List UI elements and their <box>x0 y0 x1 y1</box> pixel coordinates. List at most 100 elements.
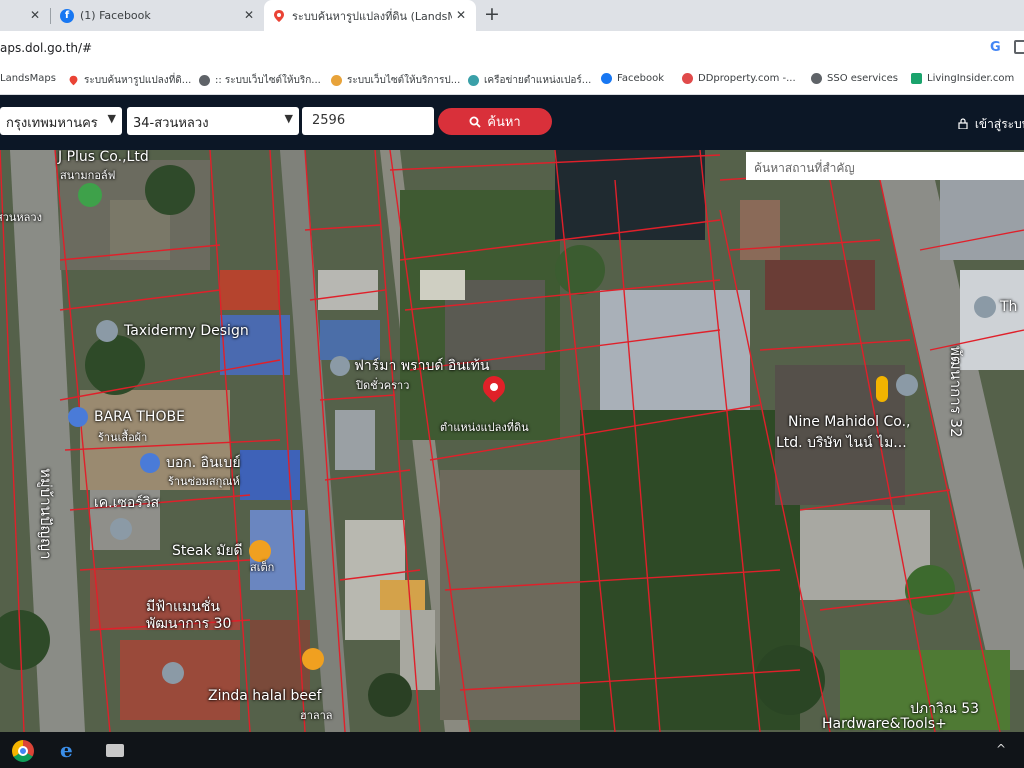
kc-marker[interactable] <box>110 518 132 540</box>
map-pin-icon <box>96 320 118 342</box>
place-name: ร้านซ่อมสกุณห์ <box>168 475 240 488</box>
tab-landsmaps[interactable]: ระบบค้นหารูปแปลงที่ดิน (LandsMaps) ✕ <box>264 0 476 31</box>
nine-marker[interactable] <box>896 374 918 396</box>
place-label-jplus[interactable]: J Plus Co.,Ltd <box>58 150 149 165</box>
address-bar[interactable]: aps.dol.go.th/# G <box>0 31 1024 67</box>
map-canvas[interactable]: ค้นหาสถานที่สำคัญ J Plus Co.,Ltd สนามกอล… <box>0 150 1024 732</box>
golf-marker[interactable] <box>78 183 102 207</box>
bookmark-website-service[interactable]: :: ระบบเว็บไซต์ให้บริก... <box>199 73 321 88</box>
bookmark-label: :: ระบบเว็บไซต์ให้บริก... <box>215 75 321 86</box>
new-tab-button[interactable]: + <box>484 3 500 25</box>
zinda-marker[interactable] <box>302 648 324 670</box>
login-label: เข้าสู่ระบบ <box>974 117 1024 131</box>
sun-icon <box>331 75 342 86</box>
bookmark-label: ระบบค้นหารูปแปลงที่ดิ... <box>84 75 192 86</box>
bookmark-sso[interactable]: SSO eservices <box>811 73 898 84</box>
place-name: บอก. อินเบย์ <box>166 455 241 471</box>
livinginsider-icon <box>911 73 922 84</box>
facebook-icon: f <box>60 8 74 23</box>
bookmark-facebook[interactable]: Facebook <box>601 73 664 84</box>
place-name: เค.เซอร์วิส <box>94 495 160 511</box>
bookmark-label: LivingInsider.com <box>927 73 1015 84</box>
street-view-icon <box>876 376 888 402</box>
extension-icon[interactable] <box>1014 40 1024 54</box>
place-name: Th <box>1000 299 1018 315</box>
place-label-golf[interactable]: สนามกอล์ฟ <box>60 166 115 184</box>
tab-close-icon[interactable]: ✕ <box>244 8 254 22</box>
chrome-icon[interactable] <box>12 740 34 762</box>
ie-icon[interactable]: e <box>60 738 73 762</box>
location-pin-icon <box>478 371 510 403</box>
google-icon[interactable]: G <box>990 40 1001 55</box>
shopping-bag-icon <box>140 453 160 473</box>
place-label-mifah-road: พัฒนาการ 30 <box>146 613 231 635</box>
place-name: พัฒนาการ 32 <box>947 346 965 438</box>
place-label-kc[interactable]: เค.เซอร์วิส <box>94 492 159 514</box>
bookmark-label: Facebook <box>617 73 664 84</box>
place-label-bara-type: ร้านเสื้อผ้า <box>98 428 147 446</box>
place-name: ตำแหน่งแปลงที่ดิน <box>440 421 529 434</box>
th-marker[interactable]: Th <box>974 296 1017 318</box>
globe-icon <box>811 73 822 84</box>
facebook-icon <box>601 73 612 84</box>
place-name: พัฒนาการ 30 <box>146 616 232 632</box>
place-label-bokor-type: ร้านซ่อมสกุณห์ <box>168 472 240 490</box>
tab-title: (1) Facebook <box>80 9 151 22</box>
district-value: 34-สวนหลวง <box>133 116 209 131</box>
place-label-zinda[interactable]: Zinda halal beef <box>208 688 322 704</box>
browser-tab-first[interactable]: ✕ <box>0 0 50 31</box>
bookmark-website-service-2[interactable]: ระบบเว็บไซต์ให้บริการป... <box>331 73 460 88</box>
camera-icon[interactable] <box>106 744 124 757</box>
tab-facebook[interactable]: f (1) Facebook ✕ <box>52 0 264 31</box>
globe-icon <box>468 75 479 86</box>
map-pin-icon <box>330 356 350 376</box>
province-value: กรุงเทพมหานคร <box>6 116 98 131</box>
tab-close-icon[interactable]: ✕ <box>30 8 40 22</box>
map-pin-icon <box>69 75 78 86</box>
place-label-taxidermy[interactable]: Taxidermy Design <box>96 320 249 342</box>
map-pin-icon <box>110 518 132 540</box>
ddproperty-icon <box>682 73 693 84</box>
place-label-leftcut[interactable]: สวนหลวง <box>0 208 42 226</box>
landmark-search-placeholder: ค้นหาสถานที่สำคัญ <box>754 161 855 175</box>
bookmark-ddproperty[interactable]: DDproperty.com -... <box>682 73 796 84</box>
golf-icon <box>78 183 102 207</box>
search-button-label: ค้นหา <box>487 115 521 130</box>
bookmark-landsmaps[interactable]: LandsMaps <box>0 73 56 84</box>
tray-expand-icon[interactable]: ^ <box>996 742 1006 756</box>
place-name: Steak มัยดี <box>172 543 243 559</box>
bookmark-label: DDproperty.com -... <box>698 73 796 84</box>
place-name: ฮาลาล <box>300 709 333 722</box>
shopping-bag-icon <box>68 407 88 427</box>
district-select[interactable]: 34-สวนหลวง ▼ <box>127 107 299 135</box>
bookmark-label: LandsMaps <box>0 73 56 84</box>
place-label-bokor[interactable]: บอก. อินเบย์ <box>140 452 241 474</box>
tab-close-icon[interactable]: ✕ <box>456 8 466 22</box>
bookmark-landsmaps-search[interactable]: ระบบค้นหารูปแปลงที่ดิ... <box>68 73 191 88</box>
url-text[interactable]: aps.dol.go.th/# <box>0 41 92 55</box>
windows-taskbar: e ^ <box>0 732 1024 768</box>
parcel-location-marker[interactable] <box>478 371 511 403</box>
place-name: สวนหลวง <box>0 211 42 224</box>
place-name: หมู่บ้านปัญญา <box>37 468 55 560</box>
bookmark-label: ระบบเว็บไซต์ให้บริการป... <box>347 75 461 86</box>
parcel-number-input[interactable]: 2596 <box>302 107 434 135</box>
place-label-nine[interactable]: Nine Mahidol Co., <box>788 414 911 430</box>
place-name: Hardware&Tools+ <box>822 716 947 732</box>
login-link[interactable]: เข้าสู่ระบบ <box>958 115 1024 134</box>
search-button[interactable]: ค้นหา <box>438 108 552 135</box>
place-name: Ltd. บริษัท ไนน์ ไม... <box>776 435 907 451</box>
place-label-hardware[interactable]: Hardware&Tools+ <box>822 716 947 732</box>
place-label-pharmacy[interactable]: ฟาร์มา พราบด์ อินเท้น <box>330 355 489 377</box>
bookmark-network[interactable]: เครือข่ายตำแหน่งเปอร์... <box>468 73 591 88</box>
pegman-icon[interactable] <box>876 376 888 402</box>
bookmark-livinginsider[interactable]: LivingInsider.com <box>911 73 1014 84</box>
bookmarks-bar: LandsMaps ระบบค้นหารูปแปลงที่ดิ... :: ระ… <box>0 67 1024 95</box>
map-pin-icon <box>274 9 284 22</box>
mifah-marker[interactable] <box>162 662 184 684</box>
province-select[interactable]: กรุงเทพมหานคร ▼ <box>0 107 122 135</box>
restaurant-icon <box>302 648 324 670</box>
tab-separator <box>50 8 51 24</box>
place-label-bara[interactable]: BARA THOBE <box>68 407 185 427</box>
landmark-search-input[interactable]: ค้นหาสถานที่สำคัญ <box>746 152 1024 180</box>
